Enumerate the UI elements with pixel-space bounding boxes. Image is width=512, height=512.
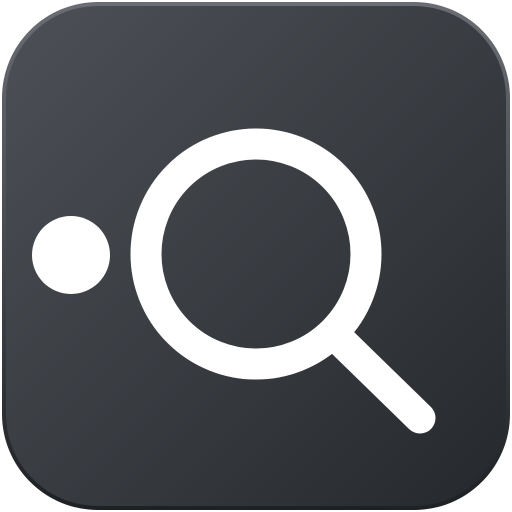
search-app-icon[interactable] [0, 0, 512, 512]
dot-icon [32, 216, 110, 294]
app-icon-graphic [2, 2, 510, 510]
